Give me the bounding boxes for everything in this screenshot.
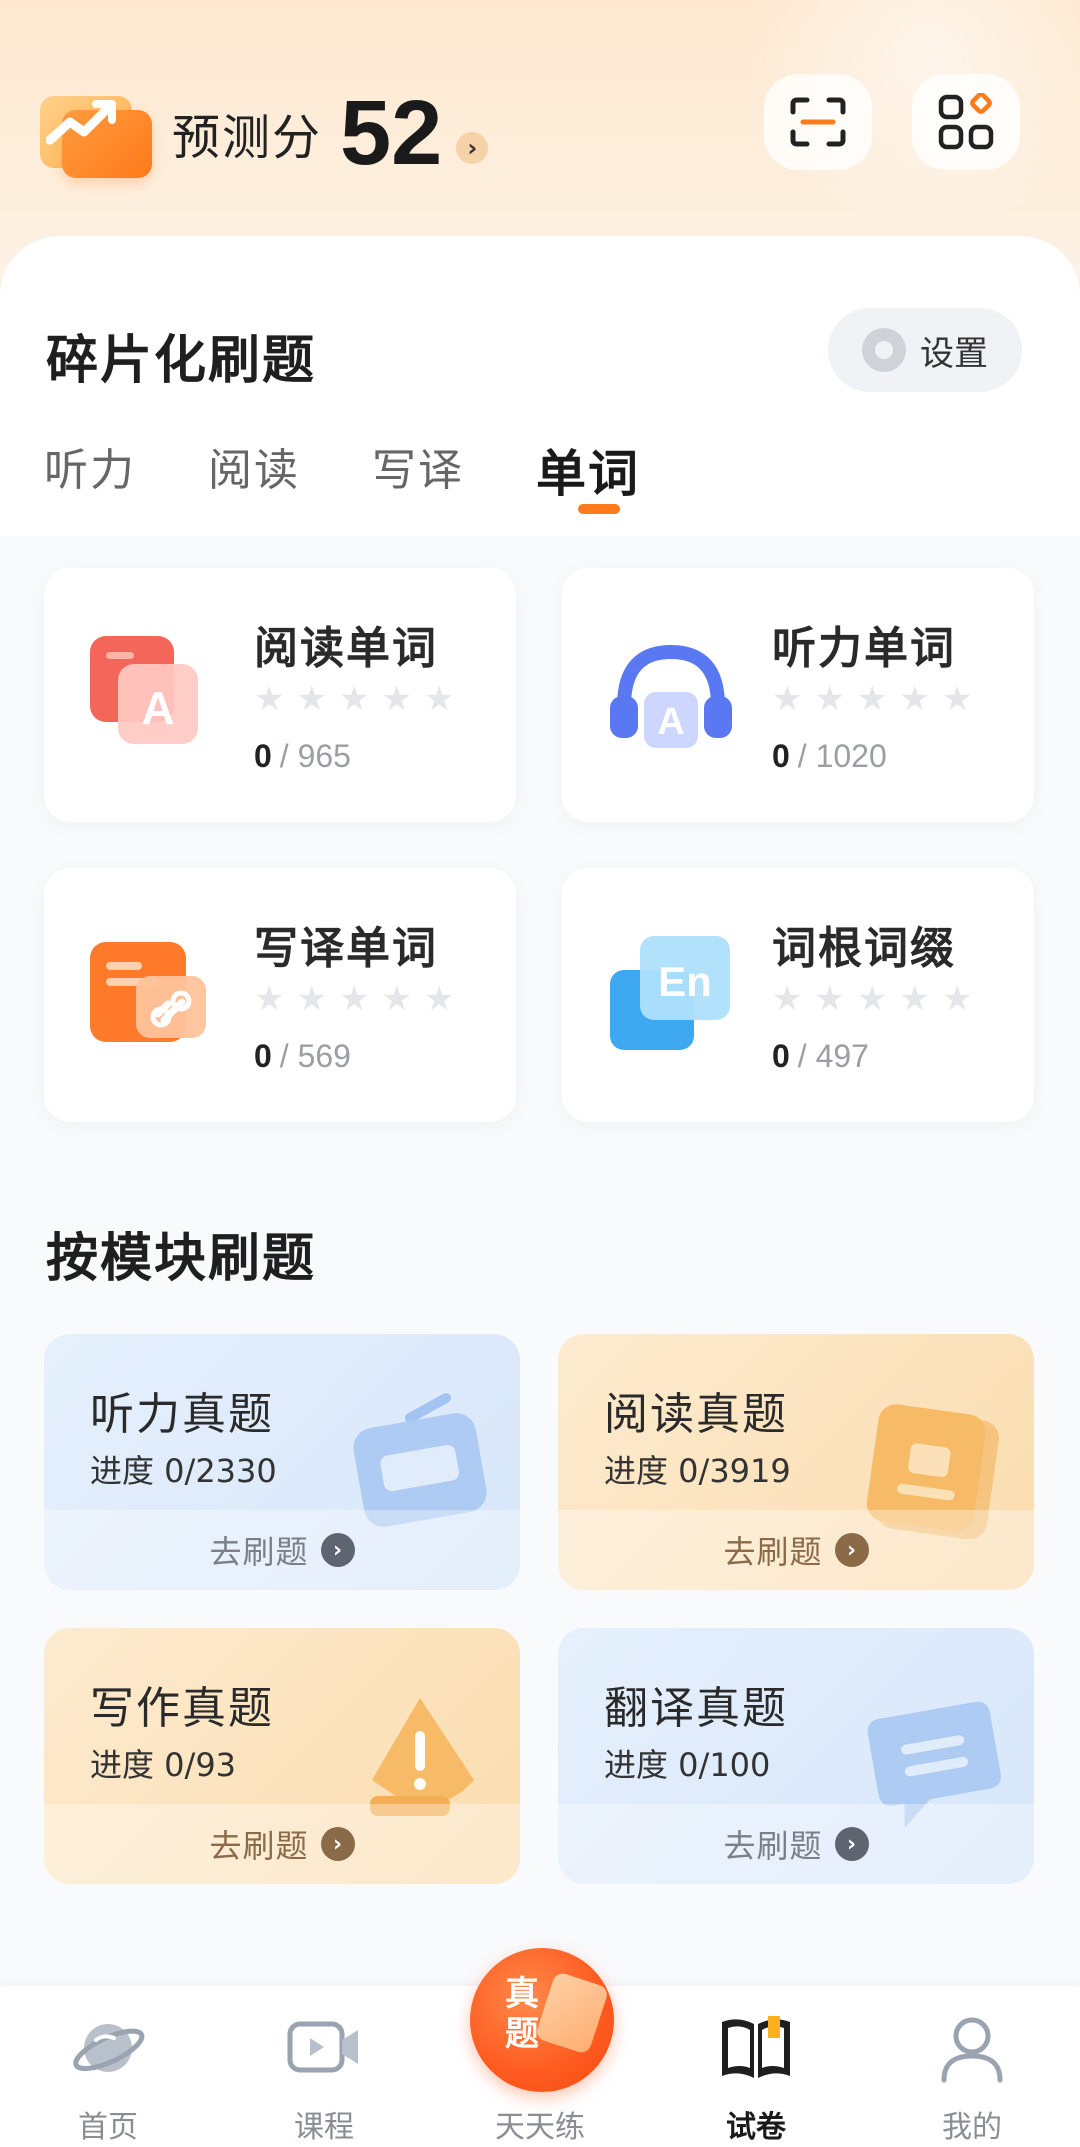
nav-label: 课程 <box>294 2110 354 2145</box>
fab-label: 真题 <box>505 1974 539 2054</box>
profile-icon <box>941 2017 1003 2083</box>
word-card-reading[interactable]: A 阅读单词 ★ ★ ★ ★ ★ 0/ 965 <box>44 568 516 822</box>
word-card-roots[interactable]: En 词根词缀 ★ ★ ★ ★ ★ 0/ 497 <box>562 868 1034 1122</box>
header: 预测分 52 › <box>0 60 1080 200</box>
word-card-title: 写译单词 <box>254 923 438 974</box>
star-rating: ★ ★ ★ ★ ★ <box>772 679 973 719</box>
svg-text:A: A <box>657 701 684 743</box>
arrow-right-icon: › <box>320 1533 355 1567</box>
word-card-listening[interactable]: A 听力单词 ★ ★ ★ ★ ★ 0/ 1020 <box>562 568 1034 822</box>
svg-text:En: En <box>658 958 712 1005</box>
scan-icon <box>790 97 846 147</box>
tab-reading[interactable]: 阅读 <box>208 434 300 544</box>
word-card-progress: 0/ 497 <box>772 1038 869 1074</box>
video-icon <box>287 2021 358 2073</box>
word-card-progress: 0/ 569 <box>254 1038 351 1074</box>
writing-words-icon <box>90 942 206 1042</box>
go-practice-button[interactable]: 去刷题 › <box>558 1510 1034 1590</box>
score-detail-arrow-icon[interactable]: › <box>456 132 489 164</box>
go-practice-button[interactable]: 去刷题 › <box>558 1804 1034 1884</box>
tab-listening[interactable]: 听力 <box>44 434 136 544</box>
predicted-score[interactable]: 预测分 52 › <box>40 78 489 188</box>
module-progress: 进度 0/100 <box>604 1746 771 1784</box>
active-tab-indicator <box>577 504 620 514</box>
reading-words-icon: A <box>90 636 198 744</box>
arrow-right-icon: › <box>834 1827 869 1861</box>
module-card-writing[interactable]: 写作真题 进度 0/93 去刷题 › <box>44 1628 520 1884</box>
module-card-listening[interactable]: 听力真题 进度 0/2330 去刷题 › <box>44 1334 520 1590</box>
nav-profile[interactable]: 我的 <box>864 1986 1080 2147</box>
scan-button[interactable] <box>764 74 872 170</box>
score-value: 52 <box>340 82 443 184</box>
tab-writing-translation[interactable]: 写译 <box>372 434 464 544</box>
nav-courses[interactable]: 课程 <box>216 1986 432 2147</box>
module-section-title: 按模块刷题 <box>46 1229 317 1289</box>
nav-home[interactable]: 首页 <box>0 1986 216 2147</box>
star-rating: ★ ★ ★ ★ ★ <box>772 979 973 1019</box>
word-card-writing[interactable]: 写译单词 ★ ★ ★ ★ ★ 0/ 569 <box>44 868 516 1122</box>
svg-text:A: A <box>141 682 174 734</box>
arrow-right-icon: › <box>320 1827 355 1861</box>
trend-chart-icon <box>40 88 152 178</box>
settings-button[interactable]: 设置 <box>828 308 1022 392</box>
module-card-reading[interactable]: 阅读真题 进度 0/3919 去刷题 › <box>558 1334 1034 1590</box>
exam-book-icon <box>722 2016 790 2078</box>
word-card-title: 阅读单词 <box>254 623 438 674</box>
nav-label: 首页 <box>78 2110 138 2145</box>
word-card-title: 听力单词 <box>772 623 956 674</box>
word-card-progress: 0/ 965 <box>254 738 351 774</box>
score-label: 预测分 <box>172 110 323 166</box>
star-rating: ★ ★ ★ ★ ★ <box>254 679 455 719</box>
settings-icon <box>862 328 906 372</box>
module-title: 写作真题 <box>90 1683 274 1734</box>
word-roots-icon: En <box>610 936 730 1050</box>
nav-label: 天天练 <box>495 2110 585 2145</box>
module-progress: 进度 0/3919 <box>604 1452 791 1490</box>
word-card-title: 词根词缀 <box>772 923 956 974</box>
apps-button[interactable] <box>912 74 1020 170</box>
word-card-progress: 0/ 1020 <box>772 738 887 774</box>
go-practice-button[interactable]: 去刷题 › <box>44 1510 520 1590</box>
main-panel: 碎片化刷题 设置 听力 阅读 写译 单词 A 阅读单词 ★ ★ ★ ★ ★ 0/ 965 <box>0 236 1080 1996</box>
daily-practice-fab[interactable]: 真题 <box>470 1948 614 2092</box>
listening-words-icon: A <box>610 644 732 748</box>
fragment-section-title: 碎片化刷题 <box>46 331 317 391</box>
module-card-translation[interactable]: 翻译真题 进度 0/100 去刷题 › <box>558 1628 1034 1884</box>
nav-exams[interactable]: 试卷 <box>648 1986 864 2147</box>
module-title: 翻译真题 <box>604 1683 788 1734</box>
category-tabs: 听力 阅读 写译 单词 <box>44 434 712 544</box>
go-practice-button[interactable]: 去刷题 › <box>44 1804 520 1884</box>
module-title: 听力真题 <box>90 1389 274 1440</box>
arrow-right-icon: › <box>834 1533 869 1567</box>
star-rating: ★ ★ ★ ★ ★ <box>254 979 455 1019</box>
nav-label: 试卷 <box>726 2110 786 2145</box>
module-title: 阅读真题 <box>604 1389 788 1440</box>
module-progress: 进度 0/2330 <box>90 1452 277 1490</box>
apps-grid-icon <box>938 93 994 150</box>
module-progress: 进度 0/93 <box>90 1746 237 1784</box>
nav-label: 我的 <box>942 2110 1002 2145</box>
planet-icon <box>73 2024 145 2072</box>
tab-vocabulary[interactable]: 单词 <box>536 434 640 544</box>
settings-label: 设置 <box>920 333 988 374</box>
